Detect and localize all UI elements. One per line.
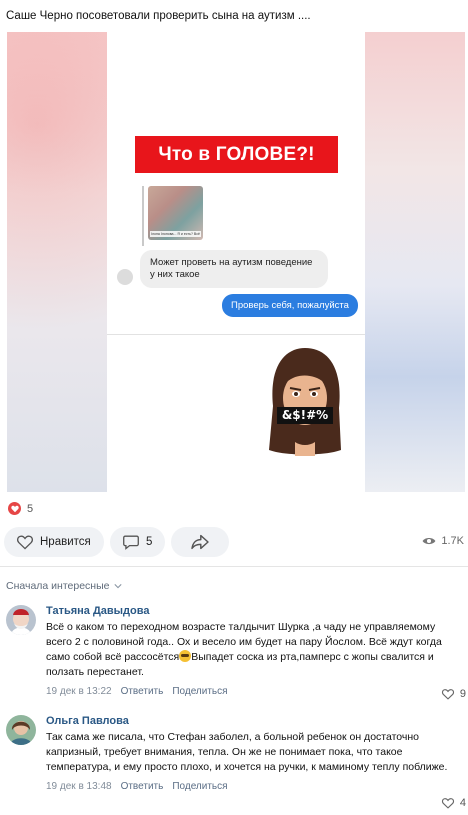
comment-item: Татьяна Давыдова Всё о каком то переходн… (6, 605, 466, 705)
reply-button[interactable]: Ответить (121, 781, 164, 792)
comment-timestamp[interactable]: 19 дек в 13:22 (46, 686, 112, 697)
comments-button[interactable]: 5 (110, 527, 165, 557)
comments-sort[interactable]: Сначала интересные (6, 580, 122, 592)
image-blur-right (365, 32, 465, 492)
comment-likes-count: 4 (459, 797, 466, 809)
quoted-thumbnail: Ілона Ілонова... Я и есть? Всё (148, 186, 203, 240)
comment-body: Ольга Павлова Так сама же писала, что Ст… (46, 715, 466, 792)
comment-like-button[interactable]: 4 (441, 797, 466, 809)
reactions-count: 5 (27, 502, 34, 515)
views-count: 1.7K (441, 535, 464, 547)
like-button[interactable]: Нравится (4, 527, 104, 557)
post-image[interactable]: Что в ГОЛОВЕ?! Ілона Ілонова... Я и есть… (7, 32, 465, 492)
chevron-down-icon (113, 584, 122, 589)
heart-icon (16, 535, 34, 550)
image-headline: Что в ГОЛОВЕ?! (135, 136, 338, 173)
heart-reaction-icon (8, 502, 21, 515)
quoted-post: Ілона Ілонова... Я и есть? Всё (142, 186, 214, 246)
comment-text: Так сама же писала, что Стефан заболел, … (46, 731, 448, 773)
sort-label: Сначала интересные (6, 580, 110, 592)
share-comment-button[interactable]: Поделиться (172, 781, 227, 792)
section-divider (0, 566, 468, 567)
comment-likes-count: 9 (459, 688, 466, 700)
comment-meta: 19 дек в 13:22 Ответить Поделиться (46, 686, 466, 697)
like-label: Нравится (40, 536, 91, 548)
message-avatar (117, 269, 133, 285)
chat-divider (107, 334, 365, 335)
post-text: Саше Черно посоветовали проверить сына н… (6, 10, 311, 22)
comment-body: Татьяна Давыдова Всё о каком то переходн… (46, 605, 466, 697)
eye-icon (422, 537, 436, 545)
memoji-sticker (269, 348, 341, 456)
views-counter: 1.7K (422, 535, 464, 547)
grimacing-emoji-icon (179, 650, 192, 662)
screenshot-panel: Что в ГОЛОВЕ?! Ілона Ілонова... Я и есть… (107, 32, 365, 492)
avatar[interactable] (6, 715, 36, 745)
avatar[interactable] (6, 605, 36, 635)
share-comment-button[interactable]: Поделиться (172, 686, 227, 697)
comments-count: 5 (146, 536, 153, 548)
reply-button[interactable]: Ответить (121, 686, 164, 697)
memoji-mask-text: &$!#% (281, 408, 329, 422)
comment-author[interactable]: Татьяна Давыдова (46, 605, 466, 617)
comment-like-button[interactable]: 9 (441, 688, 466, 700)
comment-item: Ольга Павлова Так сама же писала, что Ст… (6, 715, 466, 813)
heart-icon (441, 689, 454, 700)
incoming-message: Может проветь на аутизм поведение у них … (140, 250, 328, 288)
share-button[interactable] (171, 527, 229, 557)
thumbnail-caption: Ілона Ілонова... Я и есть? Всё (150, 231, 201, 237)
comment-author[interactable]: Ольга Павлова (46, 715, 466, 727)
outgoing-message: Проверь себя, пожалуйста (222, 294, 358, 317)
share-icon (191, 534, 209, 550)
comment-text: Всё о каком то переходном возрасте талды… (46, 620, 458, 680)
image-blur-left (7, 32, 107, 492)
comment-icon (123, 535, 139, 550)
reactions-summary[interactable]: 5 (8, 502, 33, 515)
heart-icon (441, 798, 454, 809)
comment-timestamp[interactable]: 19 дек в 13:48 (46, 781, 112, 792)
post-actions: Нравится 5 (4, 527, 229, 557)
comment-meta: 19 дек в 13:48 Ответить Поделиться (46, 781, 466, 792)
